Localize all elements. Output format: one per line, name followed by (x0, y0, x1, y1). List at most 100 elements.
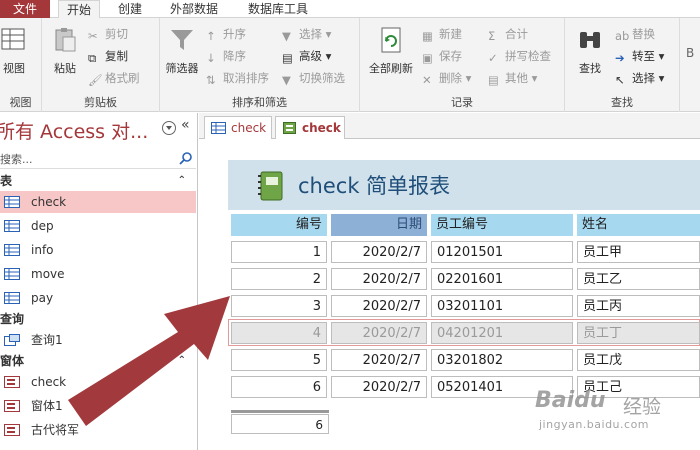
format-painter-label: 格式刷 (105, 71, 140, 85)
navigation-pane: 所有 Access 对... « 搜索... 表 ⌃ check dep info… (0, 113, 198, 450)
nav-search[interactable]: 搜索... (0, 149, 196, 169)
nav-item-table-info[interactable]: info (0, 239, 196, 261)
nav-item-table-move[interactable]: move (0, 263, 196, 285)
spelling-button[interactable]: ✓ 拼写检查 (488, 46, 551, 66)
advanced-filter-icon: ▤ (282, 51, 293, 65)
document-tabs: check check (199, 113, 700, 139)
cell-name: 员工戊 (577, 349, 700, 371)
cell-id: 6 (231, 376, 327, 398)
cursor-icon: ↖ (615, 73, 625, 87)
tab-home[interactable]: 开始 (58, 0, 101, 19)
cell-employee-id: 02201601 (431, 268, 573, 290)
cell-id: 4 (231, 322, 327, 344)
column-header-date[interactable]: 日期 (331, 214, 427, 236)
toggle-filter-button[interactable]: ▼ 切换筛选 (282, 68, 345, 88)
refresh-all-button[interactable]: 全部刷新 (364, 26, 418, 76)
doc-tab-table-check[interactable]: check (204, 116, 272, 139)
nav-item-form1[interactable]: 窗体1 (0, 395, 196, 417)
paste-button[interactable]: 粘贴 (48, 26, 82, 76)
cell-employee-id: 01201501 (431, 241, 573, 263)
ribbon: 视图 视图 粘贴 ✂ 剪切 ⧉ 复制 🖌 格式刷 剪贴板 筛选器 ↑ 升序 ↓ 降序 ⇅ 取… (0, 18, 700, 112)
group-label-find: 查找 (611, 96, 633, 109)
remove-sort-label: 取消排序 (223, 71, 269, 85)
paste-label: 粘贴 (54, 62, 76, 75)
report-notebook-icon (258, 171, 283, 201)
toggle-filter-icon: ▼ (282, 73, 291, 87)
binoculars-icon (580, 32, 600, 48)
nav-item-table-pay[interactable]: pay (0, 287, 196, 309)
remove-sort-button[interactable]: ⇅ 取消排序 (206, 68, 269, 88)
format-painter-button[interactable]: 🖌 格式刷 (88, 68, 140, 88)
sigma-icon: Σ (488, 29, 496, 43)
group-sort-filter: 筛选器 ↑ 升序 ↓ 降序 ⇅ 取消排序 ▼ 选择 ▾ ▤ 高级 ▾ ▼ 切换筛选 排序和筛… (160, 18, 360, 112)
totals-button[interactable]: Σ 合计 (488, 24, 528, 44)
nav-item-form-check[interactable]: check (0, 371, 196, 393)
replace-button[interactable]: ab 替换 (615, 24, 655, 44)
cell-employee-id: 03201802 (431, 349, 573, 371)
nav-item-table-dep[interactable]: dep (0, 215, 196, 237)
totals-label: 合计 (505, 27, 528, 41)
cell-name: 员工丁 (577, 322, 700, 344)
group-records: 全部刷新 ▦ 新建 ▣ 保存 ✕ 删除 ▾ Σ 合计 ✓ 拼写检查 ▤ 其他 ▾ 记录 (360, 18, 565, 112)
sort-ascending-button[interactable]: ↑ 升序 (206, 24, 246, 44)
nav-collapse-icon[interactable]: « (181, 117, 190, 133)
nav-item-query1[interactable]: 查询1 (0, 329, 196, 351)
arrow-right-icon: ➔ (615, 51, 625, 65)
selection-filter-label: 选择 (299, 27, 322, 41)
sort-descending-icon: ↓ (206, 51, 216, 65)
group-view: 视图 视图 (0, 18, 42, 112)
tab-create[interactable]: 创建 (110, 0, 150, 18)
nav-item-form-generals[interactable]: 古代将军 (0, 419, 196, 441)
find-button[interactable]: 查找 (569, 26, 611, 76)
tab-external-data[interactable]: 外部数据 (162, 0, 226, 18)
goto-button[interactable]: ➔ 转至 ▾ (615, 46, 664, 66)
report-title: check 简单报表 (298, 174, 451, 198)
refresh-icon (381, 27, 401, 53)
search-icon[interactable] (179, 151, 193, 165)
group-label-records: 记录 (451, 96, 473, 109)
cut-button[interactable]: ✂ 剪切 (88, 24, 128, 44)
table-icon (4, 292, 20, 304)
form-icon (4, 400, 20, 412)
view-icon (1, 28, 25, 50)
copy-button[interactable]: ⧉ 复制 (88, 46, 128, 66)
filter-button[interactable]: 筛选器 (162, 26, 202, 76)
goto-label: 转至 (632, 49, 655, 63)
ribbon-tab-bar: 文件 开始 创建 外部数据 数据库工具 (0, 0, 700, 19)
font-bold-icon[interactable]: B (686, 46, 694, 60)
replace-label: 替换 (632, 27, 655, 41)
column-header-name[interactable]: 姓名 (577, 214, 700, 236)
column-header-id[interactable]: 编号 (231, 214, 327, 236)
sort-descending-button[interactable]: ↓ 降序 (206, 46, 246, 66)
tab-database-tools[interactable]: 数据库工具 (240, 0, 316, 18)
nav-section-forms[interactable]: 窗体 ⌃ (0, 352, 196, 370)
new-record-button[interactable]: ▦ 新建 (422, 24, 462, 44)
delete-record-button[interactable]: ✕ 删除 ▾ (422, 68, 471, 88)
group-label-view: 视图 (9, 96, 32, 109)
nav-section-tables[interactable]: 表 ⌃ (0, 172, 196, 190)
nav-item-label: 窗体1 (31, 399, 63, 413)
nav-dropdown-icon[interactable] (162, 121, 176, 135)
cell-id: 3 (231, 295, 327, 317)
save-icon: ▣ (422, 51, 433, 65)
doc-tab-report-check[interactable]: check (275, 116, 345, 139)
selection-filter-button[interactable]: ▼ 选择 ▾ (282, 24, 331, 44)
cell-date: 2020/2/7 (331, 268, 427, 290)
column-header-employee-id[interactable]: 员工编号 (431, 214, 573, 236)
report-header: check 简单报表 (228, 160, 700, 210)
nav-item-label: check (31, 195, 67, 209)
nav-section-queries[interactable]: 查询 (0, 310, 196, 328)
advanced-filter-button[interactable]: ▤ 高级 ▾ (282, 46, 331, 66)
save-record-button[interactable]: ▣ 保存 (422, 46, 462, 66)
copy-label: 复制 (105, 49, 128, 63)
sort-descending-label: 降序 (223, 49, 246, 63)
watermark-cn: 经验 (623, 396, 662, 418)
form-icon (4, 424, 20, 436)
search-input[interactable]: 搜索... (0, 151, 33, 167)
cell-date: 2020/2/7 (331, 376, 427, 398)
more-button[interactable]: ▤ 其他 ▾ (488, 68, 537, 88)
select-button[interactable]: ↖ 选择 ▾ (615, 68, 664, 88)
tab-file[interactable]: 文件 (0, 0, 50, 18)
nav-item-table-check[interactable]: check (0, 191, 196, 213)
view-button[interactable]: 视图 (0, 26, 34, 76)
